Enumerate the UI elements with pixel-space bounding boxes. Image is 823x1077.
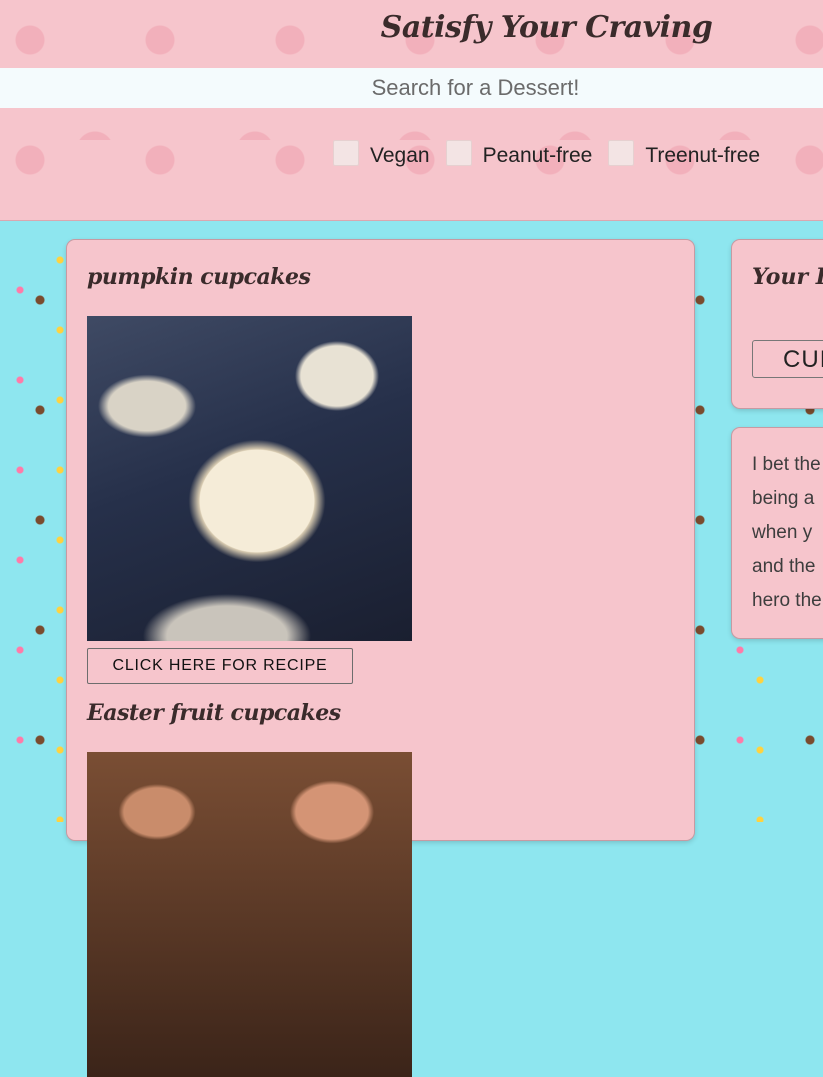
site-header: Satisfy Your Craving Vegan Peanut-free T… xyxy=(0,0,823,221)
filter-treenut-free[interactable]: Treenut-free xyxy=(608,140,761,169)
side-panel-title: Your D xyxy=(752,264,823,290)
search-input[interactable] xyxy=(0,68,823,108)
cupcake-photo xyxy=(87,316,412,641)
search-bar xyxy=(0,68,823,108)
treenut-free-checkbox[interactable] xyxy=(608,140,635,166)
filter-label: Treenut-free xyxy=(645,144,761,167)
filter-label: Peanut-free xyxy=(482,144,593,167)
text-line: and the xyxy=(752,556,816,577)
recipe-title: pumpkin cupcakes xyxy=(87,264,311,290)
your-dessert-panel: Your D CUI xyxy=(732,240,823,408)
vegan-checkbox[interactable] xyxy=(333,140,359,166)
category-select[interactable]: CUI xyxy=(752,340,823,378)
muffin-photo xyxy=(87,752,412,1077)
text-line: being a xyxy=(752,488,815,509)
filter-vegan[interactable]: Vegan xyxy=(333,140,430,169)
recipe-title: Easter fruit cupcakes xyxy=(87,700,341,726)
filter-group: Vegan Peanut-free Treenut-free xyxy=(333,140,776,169)
recipe-link-button[interactable]: CLICK HERE FOR RECIPE xyxy=(87,648,353,684)
filter-label: Vegan xyxy=(370,144,430,167)
recipe-results-panel: pumpkin cupcakes CLICK HERE FOR RECIPE E… xyxy=(67,240,694,1077)
intro-text-panel: I bet the being a when y and the hero th… xyxy=(732,428,823,638)
intro-text: I bet the being a when y and the hero th… xyxy=(752,448,823,618)
site-title: Satisfy Your Craving xyxy=(380,10,713,45)
text-line: when y xyxy=(752,522,813,543)
text-line: hero the xyxy=(752,590,822,611)
peanut-free-checkbox[interactable] xyxy=(445,140,472,166)
recipe-image xyxy=(87,316,412,641)
recipe-image xyxy=(87,752,412,1077)
text-line: I bet the xyxy=(752,454,821,475)
filter-peanut-free[interactable]: Peanut-free xyxy=(445,140,593,169)
